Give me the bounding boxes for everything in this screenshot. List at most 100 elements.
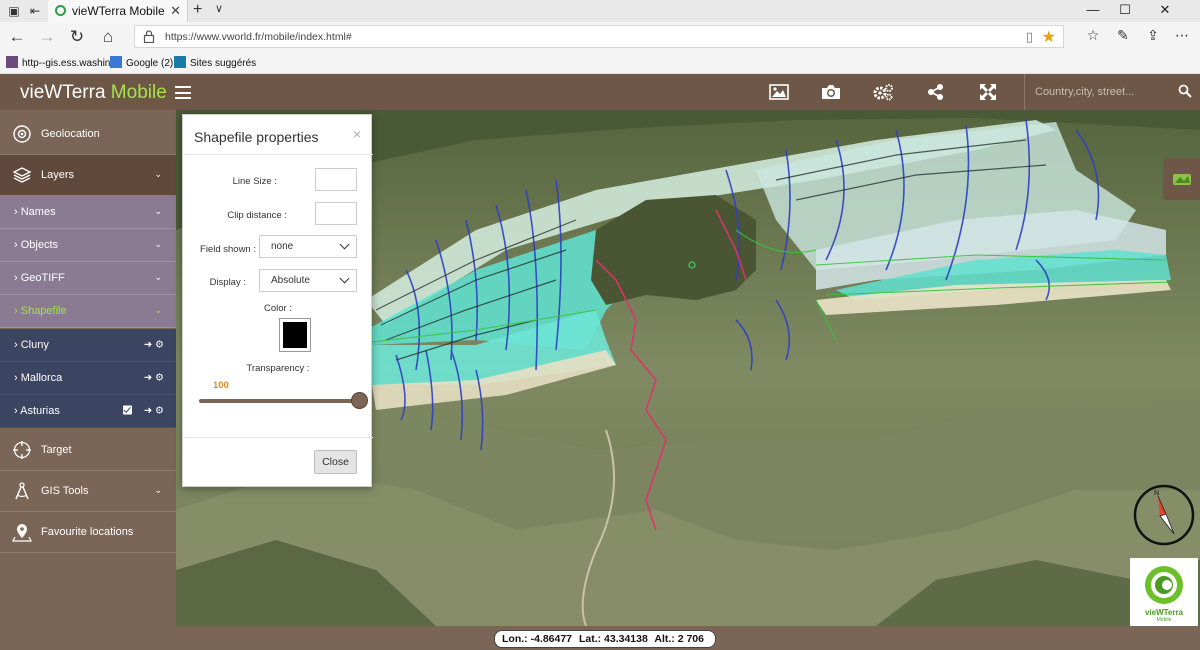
goto-layer-icon[interactable]: ➜	[144, 373, 152, 384]
side-panel-toggle[interactable]	[1163, 158, 1200, 200]
camera-icon[interactable]	[820, 82, 842, 102]
favorite-google[interactable]: Google (2)	[110, 56, 173, 69]
browser-tab[interactable]: vieWTerra Mobile ✕	[48, 0, 188, 22]
line-size-input[interactable]	[315, 168, 357, 191]
address-bar[interactable]: https://www.vworld.fr/mobile/index.html#…	[134, 25, 1064, 48]
search-icon[interactable]	[1178, 84, 1192, 98]
fullscreen-icon[interactable]	[977, 82, 999, 102]
tab-manager-icon[interactable]: ▣	[6, 3, 22, 19]
field-shown-select[interactable]: none	[259, 235, 357, 258]
names-label: Names	[20, 206, 56, 218]
maximize-icon[interactable]: ☐	[1110, 2, 1140, 18]
sidebar-item-geolocation[interactable]: Geolocation	[0, 114, 176, 155]
sidebar-subitem-names[interactable]: › Names ⌄	[0, 196, 176, 229]
close-button[interactable]: Close	[314, 450, 357, 474]
tab-title: vieWTerra Mobile	[72, 4, 165, 18]
back-icon[interactable]: ←	[6, 26, 28, 48]
share-icon[interactable]: ⇪	[1143, 27, 1163, 47]
gear-icon[interactable]: ⚙	[155, 406, 164, 417]
url-text[interactable]: https://www.vworld.fr/mobile/index.html#	[165, 31, 352, 43]
sidebar-subitem-geotiff[interactable]: › GeoTIFF ⌄	[0, 262, 176, 295]
field-shown-label: Field shown :	[200, 244, 256, 255]
image-icon[interactable]	[768, 82, 790, 102]
sidebar-item-label: › Cluny	[14, 339, 49, 351]
lock-icon	[143, 30, 155, 43]
sidebar-item-target[interactable]: Target	[0, 430, 176, 471]
layers-icon	[12, 167, 32, 183]
brand-main: vieWTerra	[20, 82, 106, 103]
dialog-divider	[183, 154, 373, 155]
sidebar-subitem-objects[interactable]: › Objects ⌄	[0, 229, 176, 262]
refresh-icon[interactable]: ↻	[66, 26, 88, 48]
reading-view-icon[interactable]: ▯	[1026, 29, 1033, 45]
google-favicon	[110, 56, 122, 68]
location-search	[1024, 74, 1200, 110]
favorite-label: Google (2)	[126, 58, 174, 69]
chevron-down-icon	[339, 273, 350, 284]
forward-icon[interactable]: →	[36, 26, 58, 48]
transparency-slider-handle[interactable]	[351, 392, 368, 409]
sidebar-item-favourite-locations[interactable]: Favourite locations	[0, 512, 176, 553]
app-header: vieWTerra Mobile	[0, 74, 1200, 110]
chevron-down-icon[interactable]: ∨	[215, 2, 223, 15]
hamburger-menu-icon[interactable]	[175, 86, 191, 99]
logo-emblem-icon	[1145, 566, 1183, 604]
chevron-down-icon: ⌄	[154, 205, 162, 216]
settings-gears-icon[interactable]	[872, 82, 894, 102]
geotiff-label: GeoTIFF	[20, 272, 65, 284]
display-select[interactable]: Absolute	[259, 269, 357, 292]
goto-layer-icon[interactable]: ➜	[144, 340, 152, 351]
status-bar: Lon.: -4.86477 Lat.: 43.34138 Alt.: 2 70…	[176, 626, 1200, 650]
layer-row-cluny[interactable]: › Cluny ➜ ⚙	[0, 329, 176, 362]
layer-label: Cluny	[20, 339, 49, 351]
home-icon[interactable]: ⌂	[97, 26, 119, 48]
color-picker[interactable]	[279, 318, 311, 352]
goto-layer-icon[interactable]: ➜	[144, 406, 152, 417]
gear-icon[interactable]: ⚙	[155, 340, 164, 351]
favorites-hub-icon[interactable]: ☆	[1083, 27, 1103, 47]
dialog-title: Shapefile properties	[194, 129, 319, 145]
transparency-label: Transparency :	[246, 363, 310, 374]
sidebar-item-label: Favourite locations	[41, 526, 134, 538]
favorite-gis[interactable]: http--gis.ess.washing	[6, 56, 116, 69]
sidebar-item-label: › GeoTIFF	[14, 272, 65, 284]
new-tab-icon[interactable]: +	[193, 1, 202, 19]
layer-visible-checkbox[interactable]	[123, 405, 133, 415]
color-label: Color :	[264, 303, 292, 314]
favorite-suggested[interactable]: Sites suggérés	[174, 56, 256, 69]
layer-row-mallorca[interactable]: › Mallorca ➜ ⚙	[0, 362, 176, 395]
color-swatch	[283, 322, 307, 348]
layer-label: Asturias	[20, 405, 60, 417]
display-value: Absolute	[271, 275, 310, 286]
close-window-icon[interactable]: ✕	[1150, 2, 1180, 18]
favorite-label: Sites suggérés	[190, 58, 257, 69]
more-icon[interactable]: ⋯	[1172, 27, 1192, 47]
compass-icon[interactable]: N	[1130, 484, 1198, 546]
sidebar-subitem-shapefile[interactable]: › Shapefile ⌄	[0, 295, 176, 328]
coordinates-readout: Lon.: -4.86477 Lat.: 43.34138 Alt.: 2 70…	[494, 630, 716, 648]
layer-row-asturias[interactable]: › Asturias ➜ ⚙	[0, 395, 176, 428]
set-aside-tabs-icon[interactable]: ⇤	[27, 3, 43, 19]
gear-icon[interactable]: ⚙	[155, 373, 164, 384]
objects-label: Objects	[20, 239, 59, 251]
share-nodes-icon[interactable]	[925, 82, 947, 102]
minimize-icon[interactable]: —	[1078, 2, 1108, 17]
field-shown-value: none	[271, 241, 294, 252]
clip-distance-input[interactable]	[315, 202, 357, 225]
sidebar-item-label: Target	[41, 444, 72, 456]
gis-favicon	[6, 56, 18, 68]
transparency-slider-track[interactable]	[199, 399, 361, 403]
sidebar-item-label: › Asturias	[14, 405, 60, 417]
close-tab-icon[interactable]: ✕	[170, 3, 181, 19]
close-icon[interactable]: ×	[353, 126, 361, 142]
bing-favicon	[174, 56, 186, 68]
sidebar-item-gis-tools[interactable]: GIS Tools ⌄	[0, 471, 176, 512]
sidebar-item-layers[interactable]: Layers ⌄	[0, 155, 176, 196]
layer-actions: ➜ ⚙	[123, 405, 164, 417]
shapefile-label: Shapefile	[20, 305, 67, 317]
chevron-down-icon: ⌄	[154, 304, 162, 315]
favorite-star-icon[interactable]: ★	[1042, 27, 1056, 47]
browser-tab-bar: ▣ ⇤ vieWTerra Mobile ✕ + ∨ — ☐ ✕	[0, 0, 1200, 22]
web-note-icon[interactable]: ✎	[1113, 27, 1133, 47]
location-search-input[interactable]	[1035, 83, 1175, 101]
